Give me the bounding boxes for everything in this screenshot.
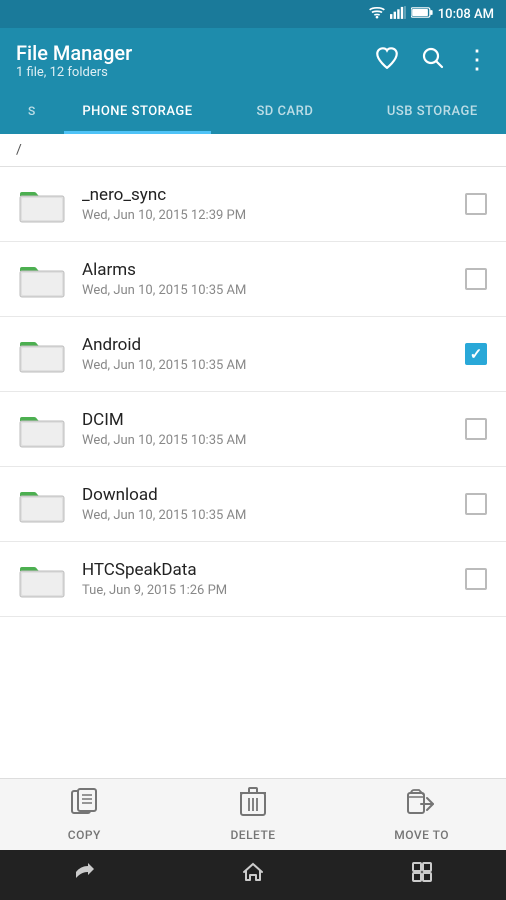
more-options-icon[interactable]: ⋮ xyxy=(464,45,490,75)
home-nav-icon[interactable] xyxy=(241,860,265,890)
breadcrumb: / xyxy=(0,134,506,167)
battery-icon xyxy=(411,6,433,22)
delete-label: DELETE xyxy=(230,828,275,842)
file-checkbox[interactable] xyxy=(462,190,490,218)
nav-bar xyxy=(0,850,506,900)
app-header: File Manager 1 file, 12 folders ⋮ xyxy=(0,28,506,92)
folder-icon xyxy=(16,482,68,526)
copy-button[interactable]: COPY xyxy=(0,779,169,850)
file-checkbox[interactable] xyxy=(462,265,490,293)
file-info: Android Wed, Jun 10, 2015 10:35 AM xyxy=(82,335,454,373)
app-title: File Manager xyxy=(16,41,132,65)
tab-sd-card[interactable]: SD CARD xyxy=(211,92,358,134)
checkbox-empty xyxy=(465,268,487,290)
list-item[interactable]: _nero_sync Wed, Jun 10, 2015 12:39 PM xyxy=(0,167,506,242)
list-item[interactable]: DCIM Wed, Jun 10, 2015 10:35 AM xyxy=(0,392,506,467)
checkbox-empty xyxy=(465,193,487,215)
file-name: HTCSpeakData xyxy=(82,560,454,580)
tab-phone-storage[interactable]: PHONE STORAGE xyxy=(64,92,211,134)
file-info: HTCSpeakData Tue, Jun 9, 2015 1:26 PM xyxy=(82,560,454,598)
header-actions: ⋮ xyxy=(374,45,490,75)
wifi-icon xyxy=(369,6,385,22)
file-name: _nero_sync xyxy=(82,185,454,205)
status-time: 10:08 AM xyxy=(438,7,494,22)
recent-nav-icon[interactable] xyxy=(410,860,434,890)
file-info: DCIM Wed, Jun 10, 2015 10:35 AM xyxy=(82,410,454,448)
file-list: _nero_sync Wed, Jun 10, 2015 12:39 PM Ala… xyxy=(0,167,506,778)
list-item[interactable]: Download Wed, Jun 10, 2015 10:35 AM xyxy=(0,467,506,542)
checkbox-checked: ✓ xyxy=(465,343,487,365)
checkbox-empty xyxy=(465,493,487,515)
status-icons: 10:08 AM xyxy=(369,6,494,22)
signal-icon xyxy=(390,6,406,22)
file-date: Tue, Jun 9, 2015 1:26 PM xyxy=(82,583,454,598)
move-to-label: MOVE TO xyxy=(394,828,449,842)
file-date: Wed, Jun 10, 2015 10:35 AM xyxy=(82,283,454,298)
move-to-icon xyxy=(407,787,437,824)
file-checkbox[interactable] xyxy=(462,415,490,443)
file-date: Wed, Jun 10, 2015 12:39 PM xyxy=(82,208,454,223)
file-date: Wed, Jun 10, 2015 10:35 AM xyxy=(82,433,454,448)
list-item[interactable]: Alarms Wed, Jun 10, 2015 10:35 AM xyxy=(0,242,506,317)
tab-usb-storage[interactable]: USB STORAGE xyxy=(359,92,506,134)
folder-icon xyxy=(16,182,68,226)
file-name: Download xyxy=(82,485,454,505)
app-subtitle: 1 file, 12 folders xyxy=(16,65,132,80)
file-info: _nero_sync Wed, Jun 10, 2015 12:39 PM xyxy=(82,185,454,223)
search-icon[interactable] xyxy=(420,45,444,75)
folder-icon xyxy=(16,332,68,376)
file-date: Wed, Jun 10, 2015 10:35 AM xyxy=(82,358,454,373)
header-title-area: File Manager 1 file, 12 folders xyxy=(16,41,132,80)
checkbox-empty xyxy=(465,568,487,590)
folder-icon xyxy=(16,257,68,301)
file-name: Alarms xyxy=(82,260,454,280)
folder-icon xyxy=(16,557,68,601)
file-checkbox[interactable] xyxy=(462,565,490,593)
checkbox-empty xyxy=(465,418,487,440)
back-nav-icon[interactable] xyxy=(72,860,96,890)
bottom-toolbar: COPY DELETE MOVE TO xyxy=(0,778,506,850)
file-info: Download Wed, Jun 10, 2015 10:35 AM xyxy=(82,485,454,523)
tab-s[interactable]: S xyxy=(0,92,64,134)
file-checkbox[interactable]: ✓ xyxy=(462,340,490,368)
favorites-icon[interactable] xyxy=(374,45,400,75)
file-checkbox[interactable] xyxy=(462,490,490,518)
checkmark-icon: ✓ xyxy=(470,347,483,362)
file-date: Wed, Jun 10, 2015 10:35 AM xyxy=(82,508,454,523)
list-item[interactable]: HTCSpeakData Tue, Jun 9, 2015 1:26 PM xyxy=(0,542,506,617)
delete-button[interactable]: DELETE xyxy=(169,779,338,850)
list-item[interactable]: Android Wed, Jun 10, 2015 10:35 AM ✓ xyxy=(0,317,506,392)
copy-icon xyxy=(70,787,98,824)
status-bar: 10:08 AM xyxy=(0,0,506,28)
file-info: Alarms Wed, Jun 10, 2015 10:35 AM xyxy=(82,260,454,298)
copy-label: COPY xyxy=(68,828,101,842)
folder-icon xyxy=(16,407,68,451)
tab-bar: S PHONE STORAGE SD CARD USB STORAGE xyxy=(0,92,506,134)
file-name: DCIM xyxy=(82,410,454,430)
file-name: Android xyxy=(82,335,454,355)
delete-icon xyxy=(240,787,266,824)
move-to-button[interactable]: MOVE TO xyxy=(337,779,506,850)
